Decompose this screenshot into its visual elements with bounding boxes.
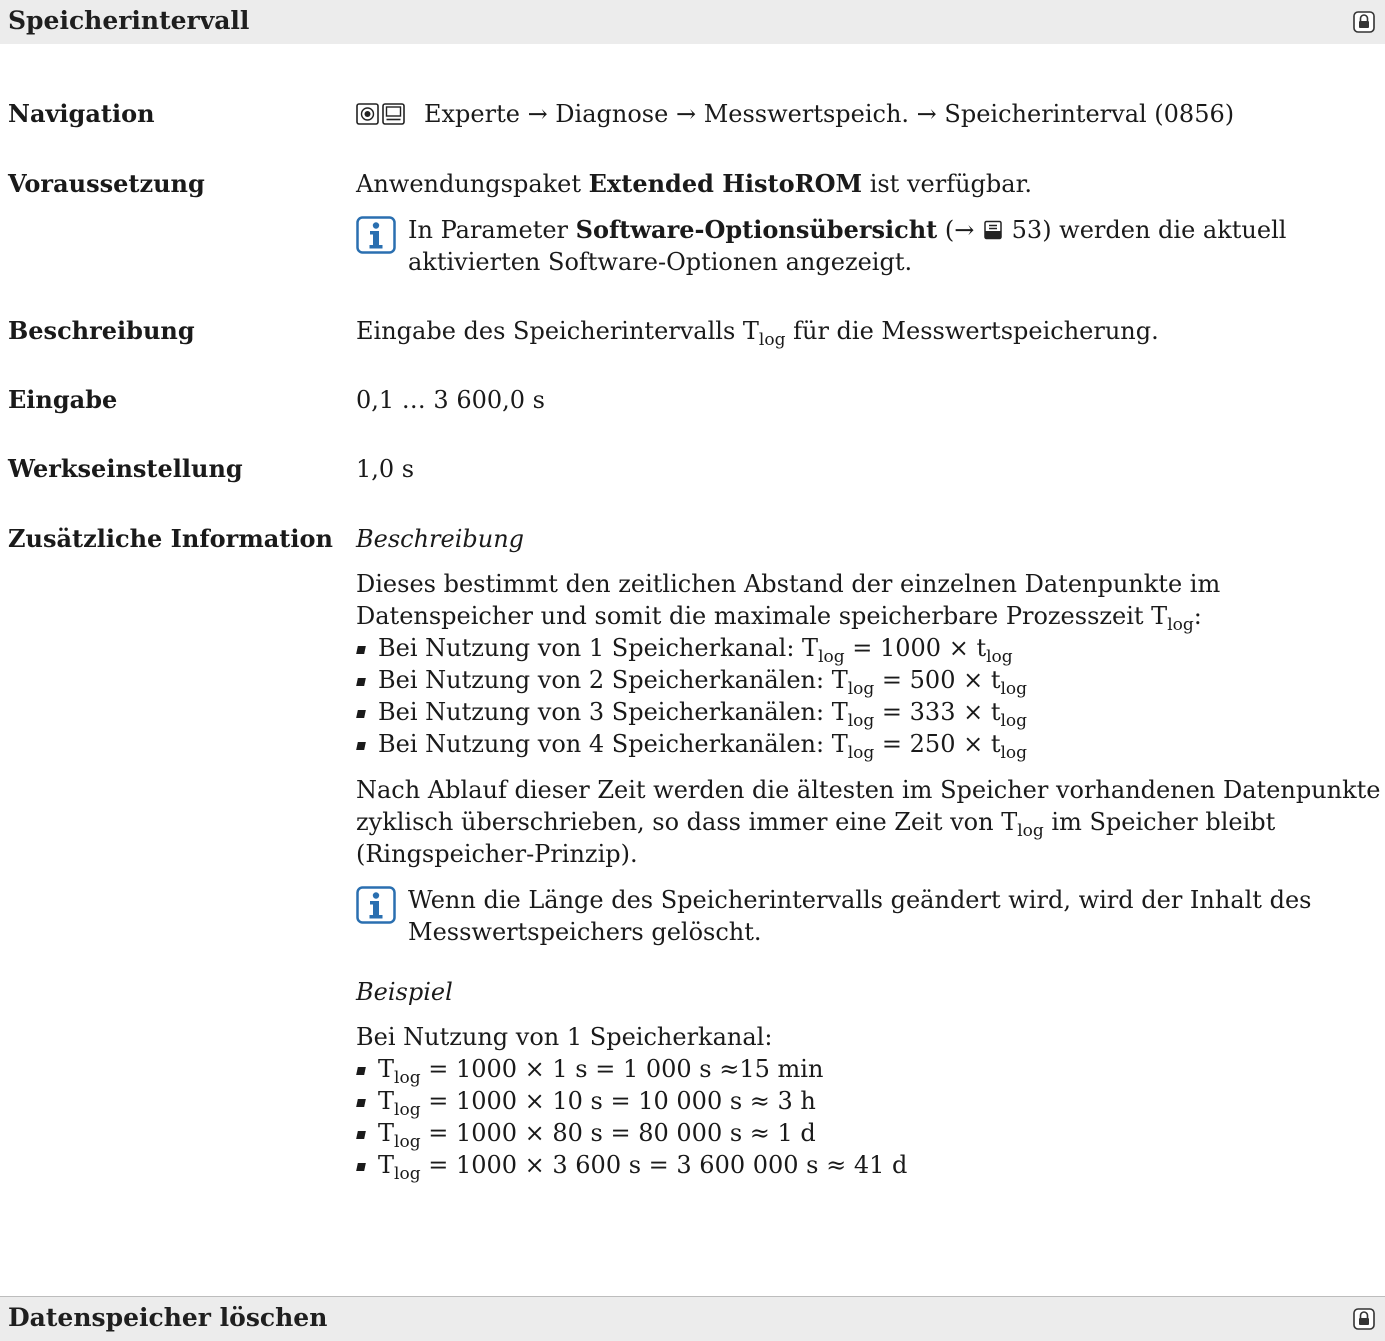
zusatz-value: Beschreibung Dieses bestimmt den zeitlic…: [356, 523, 1381, 1183]
lock-icon: [1353, 1308, 1375, 1330]
example-intro: Bei Nutzung von 1 Speicherkanal:: [356, 1023, 773, 1051]
werkseinstellung-value: 1,0 s: [356, 455, 415, 483]
example-list: Tlog = 1000 × 1 s = 1 000 s ≈15 min Tlog…: [356, 1053, 1381, 1183]
display-operation-icon: [356, 103, 405, 125]
info-note: In Parameter Software-Optionsübersicht (…: [356, 214, 1381, 278]
eingabe-label: Eingabe: [8, 385, 118, 414]
beschreibung-label: Beschreibung: [8, 316, 195, 345]
list-item: Tlog = 1000 × 1 s = 1 000 s ≈15 min: [356, 1053, 1381, 1087]
info-icon: [356, 216, 396, 254]
page-reference-link[interactable]: 53: [1012, 216, 1043, 244]
voraussetzung-text: Anwendungspaket Extended HistoROM ist ve…: [356, 169, 1033, 198]
zusatz-paragraph-2: Nach Ablauf dieser Zeit werden die ältes…: [356, 776, 1381, 868]
voraussetzung-value: Anwendungspaket Extended HistoROM ist ve…: [356, 168, 1381, 278]
beschreibung-value: Eingabe des Speicherintervalls Tlog für …: [356, 317, 1159, 350]
section-title: Speicherintervall: [8, 6, 250, 35]
channel-list: Bei Nutzung von 1 Speicherkanal: Tlog = …: [356, 632, 1381, 762]
list-item: Tlog = 1000 × 80 s = 80 000 s ≈ 1 d: [356, 1117, 1381, 1151]
package-name: Extended HistoROM: [588, 169, 863, 198]
zusatz-paragraph-1: Dieses bestimmt den zeitlichen Abstand d…: [356, 570, 1221, 635]
list-item: Bei Nutzung von 2 Speicherkanälen: Tlog …: [356, 664, 1381, 698]
page-reference-icon: [984, 220, 1002, 240]
section-header: Speicherintervall: [0, 0, 1385, 44]
navigation-path: Experte → Diagnose → Messwertspeich. → S…: [356, 98, 1381, 130]
list-item: Bei Nutzung von 4 Speicherkanälen: Tlog …: [356, 728, 1381, 762]
section-title: Datenspeicher löschen: [8, 1303, 328, 1332]
section-header: Datenspeicher löschen: [0, 1296, 1385, 1341]
zusatz-label: Zusätzliche Information: [8, 524, 333, 553]
eingabe-value: 0,1 … 3 600,0 s: [356, 386, 545, 414]
info-note: Wenn die Länge des Speicherintervalls ge…: [356, 884, 1381, 948]
navigation-label: Navigation: [8, 99, 155, 128]
parameter-name: Software-Optionsübersicht: [575, 215, 938, 244]
info-icon: [356, 886, 396, 924]
navigation-path-text: Experte → Diagnose → Messwertspeich. → S…: [424, 100, 1235, 128]
zusatz-heading-beschreibung: Beschreibung: [356, 525, 525, 553]
list-item: Bei Nutzung von 1 Speicherkanal: Tlog = …: [356, 632, 1381, 666]
list-item: Tlog = 1000 × 3 600 s = 3 600 000 s ≈ 41…: [356, 1149, 1381, 1183]
list-item: Bei Nutzung von 3 Speicherkanälen: Tlog …: [356, 696, 1381, 730]
lock-icon: [1353, 11, 1375, 33]
zusatz-heading-beispiel: Beispiel: [356, 978, 453, 1006]
werkseinstellung-label: Werkseinstellung: [8, 454, 243, 483]
list-item: Tlog = 1000 × 10 s = 10 000 s ≈ 3 h: [356, 1085, 1381, 1119]
voraussetzung-label: Voraussetzung: [8, 169, 205, 198]
